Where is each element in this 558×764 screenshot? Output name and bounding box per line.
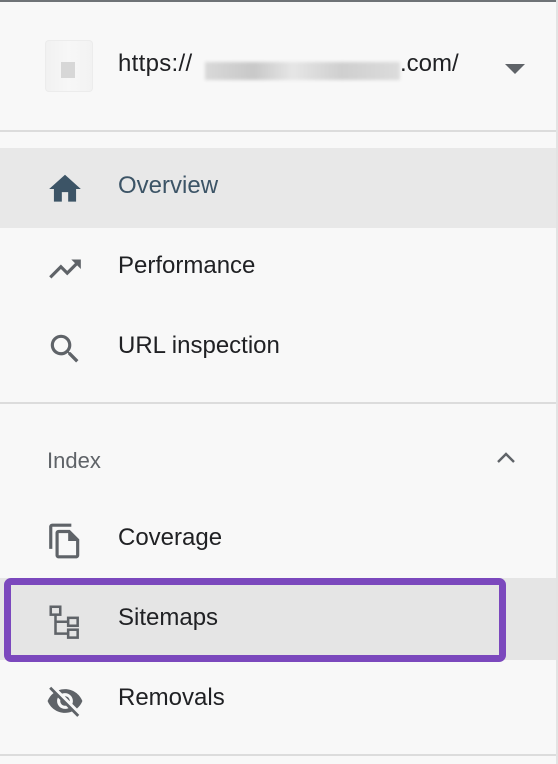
divider — [0, 402, 556, 404]
property-selector[interactable]: https:// .com/ — [0, 2, 556, 129]
property-url-prefix: https:// — [118, 50, 193, 77]
nav-item-coverage[interactable]: Coverage — [0, 500, 556, 580]
index-section-header[interactable]: Index — [0, 428, 556, 492]
nav-item-label: Overview — [118, 172, 219, 199]
nav-item-performance[interactable]: Performance — [0, 228, 556, 308]
home-icon — [46, 170, 84, 208]
nav-item-label: Coverage — [118, 524, 223, 551]
nav-item-label: Performance — [118, 252, 256, 279]
search-icon — [46, 330, 84, 368]
arrow-drop-down-icon[interactable] — [505, 64, 525, 74]
trending-up-icon — [46, 250, 84, 288]
nav-item-label: Removals — [118, 684, 225, 711]
section-title: Index — [47, 448, 101, 473]
nav-item-removals[interactable]: Removals — [0, 660, 556, 740]
chevron-up-icon[interactable] — [494, 446, 518, 470]
nav-item-overview[interactable]: Overview — [0, 148, 556, 228]
copy-icon — [46, 522, 84, 560]
redacted-domain — [205, 62, 400, 80]
divider — [0, 130, 556, 132]
nav-item-url-inspection[interactable]: URL inspection — [0, 308, 556, 388]
highlight-box — [4, 578, 506, 662]
nav-item-label: URL inspection — [118, 332, 280, 359]
property-url-suffix: .com/ — [400, 50, 459, 77]
eye-off-icon — [46, 682, 84, 720]
property-favicon — [45, 40, 93, 92]
divider — [0, 754, 556, 756]
